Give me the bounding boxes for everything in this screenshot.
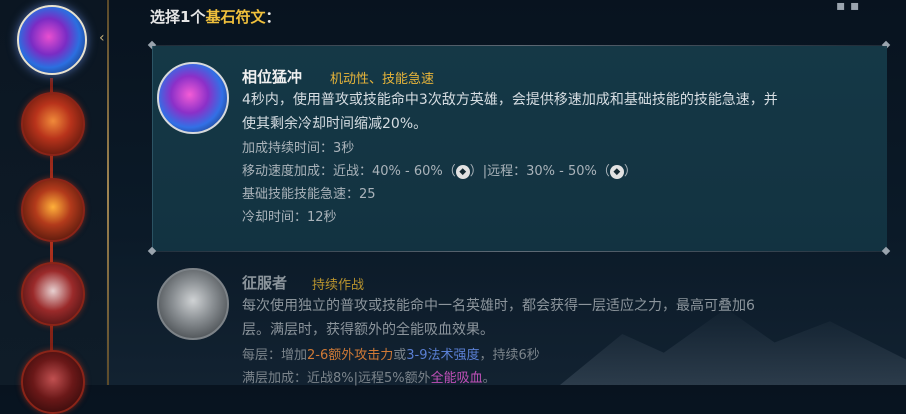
card2-line1-b: 2-6额外攻击力 bbox=[307, 348, 394, 363]
card2-line2-c: 。 bbox=[482, 371, 496, 386]
phase-rush-rune-icon[interactable] bbox=[17, 5, 87, 75]
card2-line-stack: 每层：增加2-6额外攻击力或3-9法术强度，持续6秒 bbox=[242, 344, 540, 363]
stat-movespeed-a: 移动速度加成：近战：40% - 60%（ bbox=[242, 164, 456, 179]
red-rune-icon[interactable] bbox=[21, 350, 85, 414]
ranged-scaling-icon: ◆ bbox=[609, 164, 624, 179]
fire-rune-icon[interactable] bbox=[21, 92, 85, 156]
header-highlight: 基石符文 bbox=[205, 8, 266, 26]
card2-line1-a: 每层：增加 bbox=[242, 348, 308, 363]
sword-rune-icon[interactable] bbox=[21, 178, 85, 242]
card1-stat-haste: 基础技能技能急速：25 bbox=[242, 187, 376, 202]
card1-title: 相位猛冲 bbox=[242, 68, 303, 86]
card2-line2-a: 满层加成：近战8%|远程5%额外 bbox=[242, 371, 431, 386]
card2-line1-e: ，持续6秒 bbox=[479, 348, 540, 363]
phase-rush-card-icon bbox=[157, 62, 229, 134]
card2-line2-b: 全能吸血 bbox=[430, 371, 483, 386]
rail-divider bbox=[107, 0, 109, 385]
stat-movespeed-b: ）|远程：30% - 50%（ bbox=[469, 164, 610, 179]
melee-scaling-icon: ◆ bbox=[455, 164, 470, 179]
section-header: 选择1个 基石符文 ： bbox=[150, 6, 280, 27]
card1-tag: 机动性、技能急速 bbox=[330, 72, 435, 87]
card2-tag: 持续作战 bbox=[312, 278, 365, 293]
card1-stat-movespeed: 移动速度加成：近战：40% - 60%（ ◆ ）|远程：30% - 50%（ ◆） bbox=[242, 160, 637, 179]
card2-line1-c: 或 bbox=[393, 348, 407, 363]
card1-desc: 4秒内，使用普攻或技能命中3次敌方英雄，会提供移速加成和基础技能的技能急速，并使… bbox=[242, 92, 778, 132]
card1-stat-duration: 加成持续时间：3秒 bbox=[242, 141, 355, 156]
card1-stat-cooldown: 冷却时间：12秒 bbox=[242, 210, 337, 225]
card2-line-maxstack: 满层加成：近战8%|远程5%额外全能吸血。 bbox=[242, 367, 496, 386]
stat-movespeed-c: ） bbox=[623, 164, 637, 179]
header-suffix: ： bbox=[265, 8, 281, 26]
eye-rune-icon[interactable] bbox=[21, 262, 85, 326]
divider-middle bbox=[152, 251, 886, 252]
header-prefix: 选择1个 bbox=[150, 8, 206, 26]
conqueror-card-icon[interactable] bbox=[157, 268, 229, 340]
card2-title[interactable]: 征服者 bbox=[242, 272, 287, 293]
corner-icon: ▪ ▪ bbox=[836, 0, 860, 14]
selected-caret-icon: ‹ bbox=[99, 30, 105, 46]
card2-line1-d: 3-9法术强度 bbox=[406, 348, 480, 363]
